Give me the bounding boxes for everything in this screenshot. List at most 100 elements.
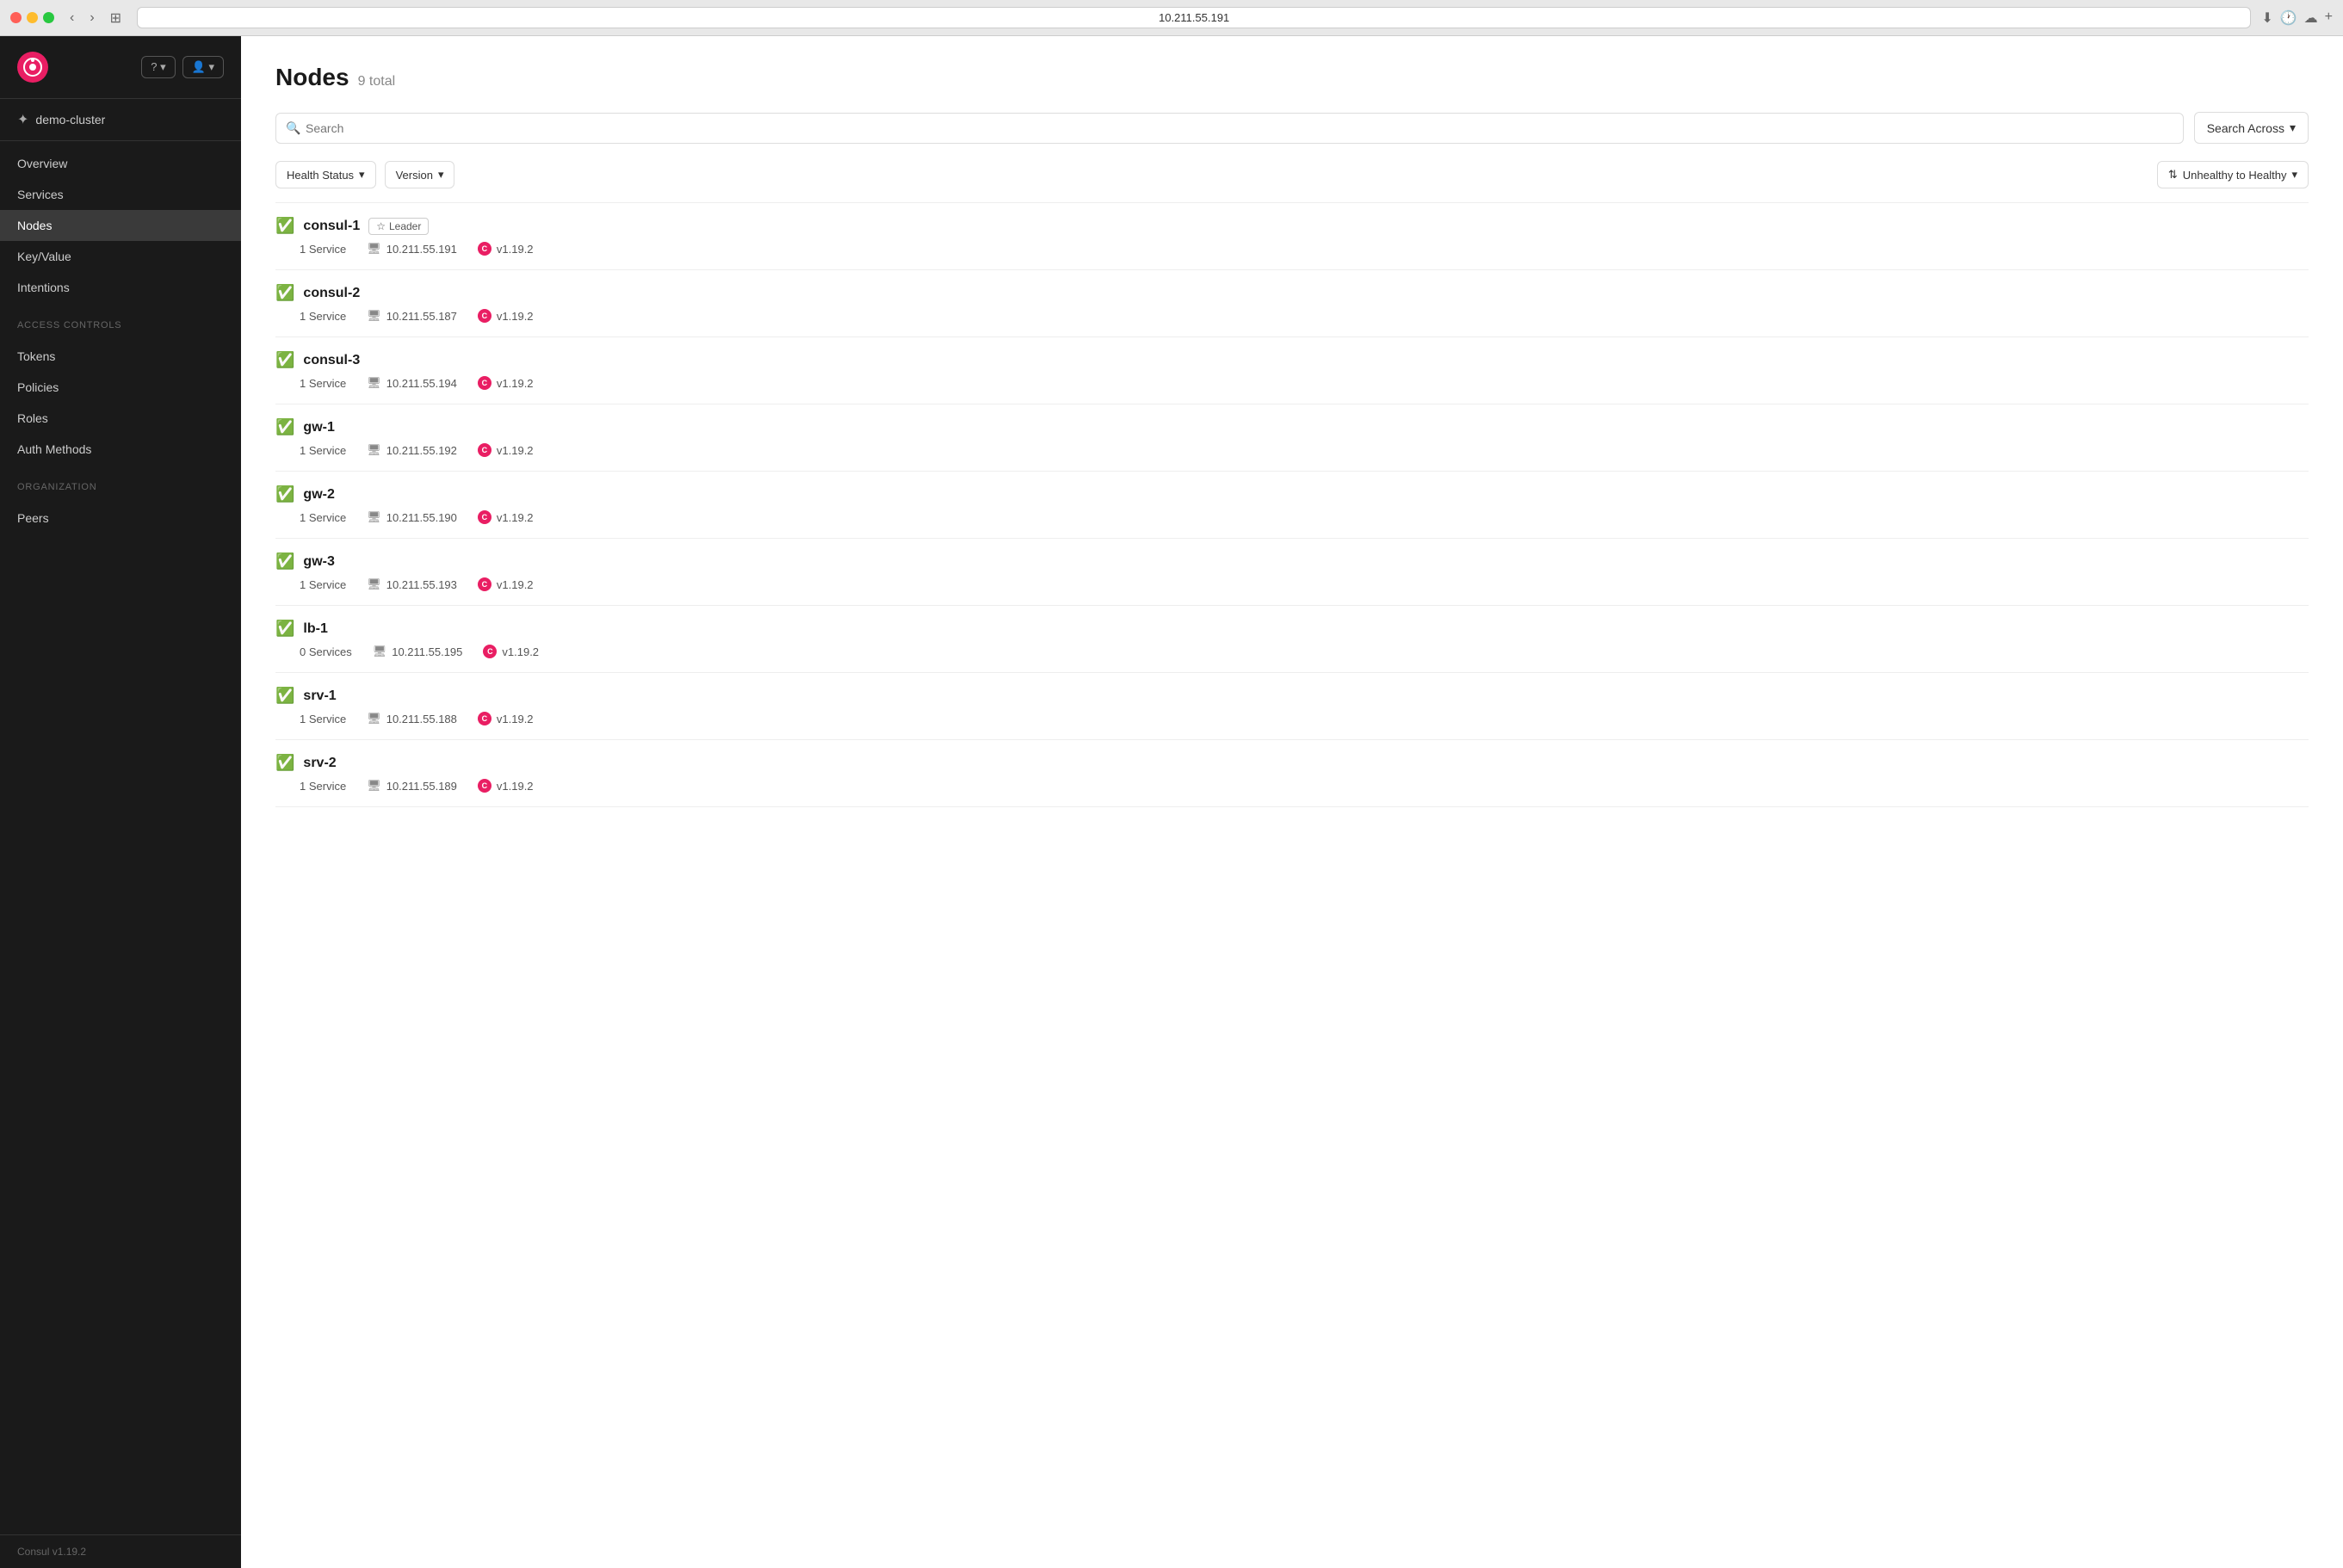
- sidebar-item-overview[interactable]: Overview: [0, 148, 241, 179]
- sidebar-item-tokens[interactable]: Tokens: [0, 341, 241, 372]
- cloud-icon[interactable]: ☁: [2304, 9, 2318, 27]
- node-version: C v1.19.2: [478, 577, 534, 591]
- health-check-icon: ✅: [275, 351, 294, 369]
- table-row[interactable]: ✅ gw-2 1 Service 🖥 10.211.55.190 C v1.19…: [275, 472, 2309, 539]
- node-row-meta: 1 Service 🖥 10.211.55.188 C v1.19.2: [275, 712, 2309, 725]
- node-services: 1 Service: [300, 377, 346, 390]
- grid-button[interactable]: ⊞: [105, 8, 127, 28]
- forward-button[interactable]: ›: [84, 8, 99, 28]
- version-value: v1.19.2: [502, 645, 539, 658]
- health-check-icon: ✅: [275, 687, 294, 705]
- table-row[interactable]: ✅ consul-1 ☆ Leader 1 Service 🖥 10.211.5…: [275, 203, 2309, 270]
- consul-version-icon: C: [483, 645, 497, 658]
- address-bar[interactable]: 10.211.55.191: [137, 7, 2251, 28]
- filters-left: Health Status ▾ Version ▾: [275, 161, 454, 188]
- download-icon[interactable]: ⬇: [2261, 9, 2272, 27]
- organization-nav: Peers: [0, 496, 241, 540]
- services-label: 1 Service: [300, 578, 346, 591]
- filters-row: Health Status ▾ Version ▾ ⇅ Unhealthy to…: [275, 161, 2309, 188]
- sidebar-item-roles[interactable]: Roles: [0, 403, 241, 434]
- ip-address: 10.211.55.190: [386, 511, 457, 524]
- browser-actions: ⬇ 🕐 ☁ +: [2261, 9, 2333, 27]
- toolbar: 🔍 Search Across ▾: [275, 112, 2309, 144]
- sidebar-item-peers[interactable]: Peers: [0, 503, 241, 534]
- sidebar-item-services[interactable]: Services: [0, 179, 241, 210]
- sidebar-item-keyvalue[interactable]: Key/Value: [0, 241, 241, 272]
- version-value: v1.19.2: [497, 780, 534, 793]
- consul-version-icon: C: [478, 712, 491, 725]
- table-row[interactable]: ✅ srv-2 1 Service 🖥 10.211.55.189 C v1.1…: [275, 740, 2309, 807]
- sidebar-item-nodes[interactable]: Nodes: [0, 210, 241, 241]
- health-check-icon: ✅: [275, 754, 294, 772]
- health-check-icon: ✅: [275, 553, 294, 571]
- version-value: v1.19.2: [497, 444, 534, 457]
- table-row[interactable]: ✅ gw-3 1 Service 🖥 10.211.55.193 C v1.19…: [275, 539, 2309, 606]
- sidebar-item-label: Tokens: [17, 349, 55, 363]
- ip-address: 10.211.55.193: [386, 578, 457, 591]
- leader-label: Leader: [389, 220, 421, 232]
- search-input[interactable]: [275, 113, 2184, 144]
- page-header: Nodes 9 total: [275, 64, 2309, 91]
- sort-icon: ⇅: [2168, 168, 2178, 182]
- chevron-down-icon: ▾: [359, 168, 365, 182]
- main-content: Nodes 9 total 🔍 Search Across ▾ Health S…: [241, 36, 2343, 1568]
- table-row[interactable]: ✅ consul-2 1 Service 🖥 10.211.55.187 C v…: [275, 270, 2309, 337]
- table-row[interactable]: ✅ gw-1 1 Service 🖥 10.211.55.192 C v1.19…: [275, 404, 2309, 472]
- version-value: v1.19.2: [497, 310, 534, 323]
- version-value: v1.19.2: [497, 377, 534, 390]
- traffic-lights: [10, 12, 54, 23]
- sidebar-header: ? ▾ 👤 ▾: [0, 36, 241, 99]
- node-name: srv-2: [303, 756, 336, 771]
- version-label: Version: [396, 169, 433, 182]
- ip-address: 10.211.55.189: [386, 780, 457, 793]
- version-filter[interactable]: Version ▾: [385, 161, 455, 188]
- health-check-icon: ✅: [275, 485, 294, 503]
- services-label: 1 Service: [300, 511, 346, 524]
- server-icon: 🖥: [367, 510, 381, 524]
- fullscreen-button[interactable]: [43, 12, 54, 23]
- ip-address: 10.211.55.192: [386, 444, 457, 457]
- consul-version-icon: C: [478, 443, 491, 457]
- sort-label: Unhealthy to Healthy: [2183, 169, 2287, 182]
- node-services: 0 Services: [300, 645, 352, 658]
- back-button[interactable]: ‹: [65, 8, 79, 28]
- server-icon: 🖥: [367, 309, 381, 323]
- close-button[interactable]: [10, 12, 22, 23]
- node-row-meta: 1 Service 🖥 10.211.55.192 C v1.19.2: [275, 443, 2309, 457]
- node-services: 1 Service: [300, 444, 346, 457]
- search-across-button[interactable]: Search Across ▾: [2194, 112, 2309, 144]
- sidebar-item-intentions[interactable]: Intentions: [0, 272, 241, 303]
- sidebar-item-policies[interactable]: Policies: [0, 372, 241, 403]
- help-button[interactable]: ? ▾: [141, 56, 175, 78]
- new-tab-icon[interactable]: +: [2325, 9, 2333, 27]
- cluster-name: demo-cluster: [35, 113, 105, 127]
- user-button[interactable]: 👤 ▾: [182, 56, 224, 78]
- sort-button[interactable]: ⇅ Unhealthy to Healthy ▾: [2157, 161, 2309, 188]
- cluster-info: ✦ demo-cluster: [0, 99, 241, 141]
- organization-label: Organization: [0, 472, 241, 496]
- access-controls-nav: Tokens Policies Roles Auth Methods: [0, 334, 241, 472]
- table-row[interactable]: ✅ lb-1 0 Services 🖥 10.211.55.195 C v1.1…: [275, 606, 2309, 673]
- version-value: v1.19.2: [497, 578, 534, 591]
- page-count: 9 total: [358, 74, 396, 90]
- app-container: ? ▾ 👤 ▾ ✦ demo-cluster Overview Services…: [0, 36, 2343, 1568]
- node-row-top: ✅ srv-1: [275, 687, 2309, 705]
- services-label: 1 Service: [300, 780, 346, 793]
- history-icon[interactable]: 🕐: [2280, 9, 2297, 27]
- sidebar-item-auth-methods[interactable]: Auth Methods: [0, 434, 241, 465]
- health-status-filter[interactable]: Health Status ▾: [275, 161, 376, 188]
- services-label: 1 Service: [300, 310, 346, 323]
- node-row-top: ✅ srv-2: [275, 754, 2309, 772]
- health-check-icon: ✅: [275, 620, 294, 638]
- search-icon: 🔍: [286, 120, 300, 135]
- minimize-button[interactable]: [27, 12, 38, 23]
- table-row[interactable]: ✅ consul-3 1 Service 🖥 10.211.55.194 C v…: [275, 337, 2309, 404]
- table-row[interactable]: ✅ srv-1 1 Service 🖥 10.211.55.188 C v1.1…: [275, 673, 2309, 740]
- node-row-meta: 1 Service 🖥 10.211.55.191 C v1.19.2: [275, 242, 2309, 256]
- version-value: v1.19.2: [497, 511, 534, 524]
- node-name: consul-1: [303, 219, 360, 234]
- node-services: 1 Service: [300, 713, 346, 725]
- consul-version-icon: C: [478, 779, 491, 793]
- node-ip: 🖥 10.211.55.195: [373, 645, 463, 658]
- ip-address: 10.211.55.194: [386, 377, 457, 390]
